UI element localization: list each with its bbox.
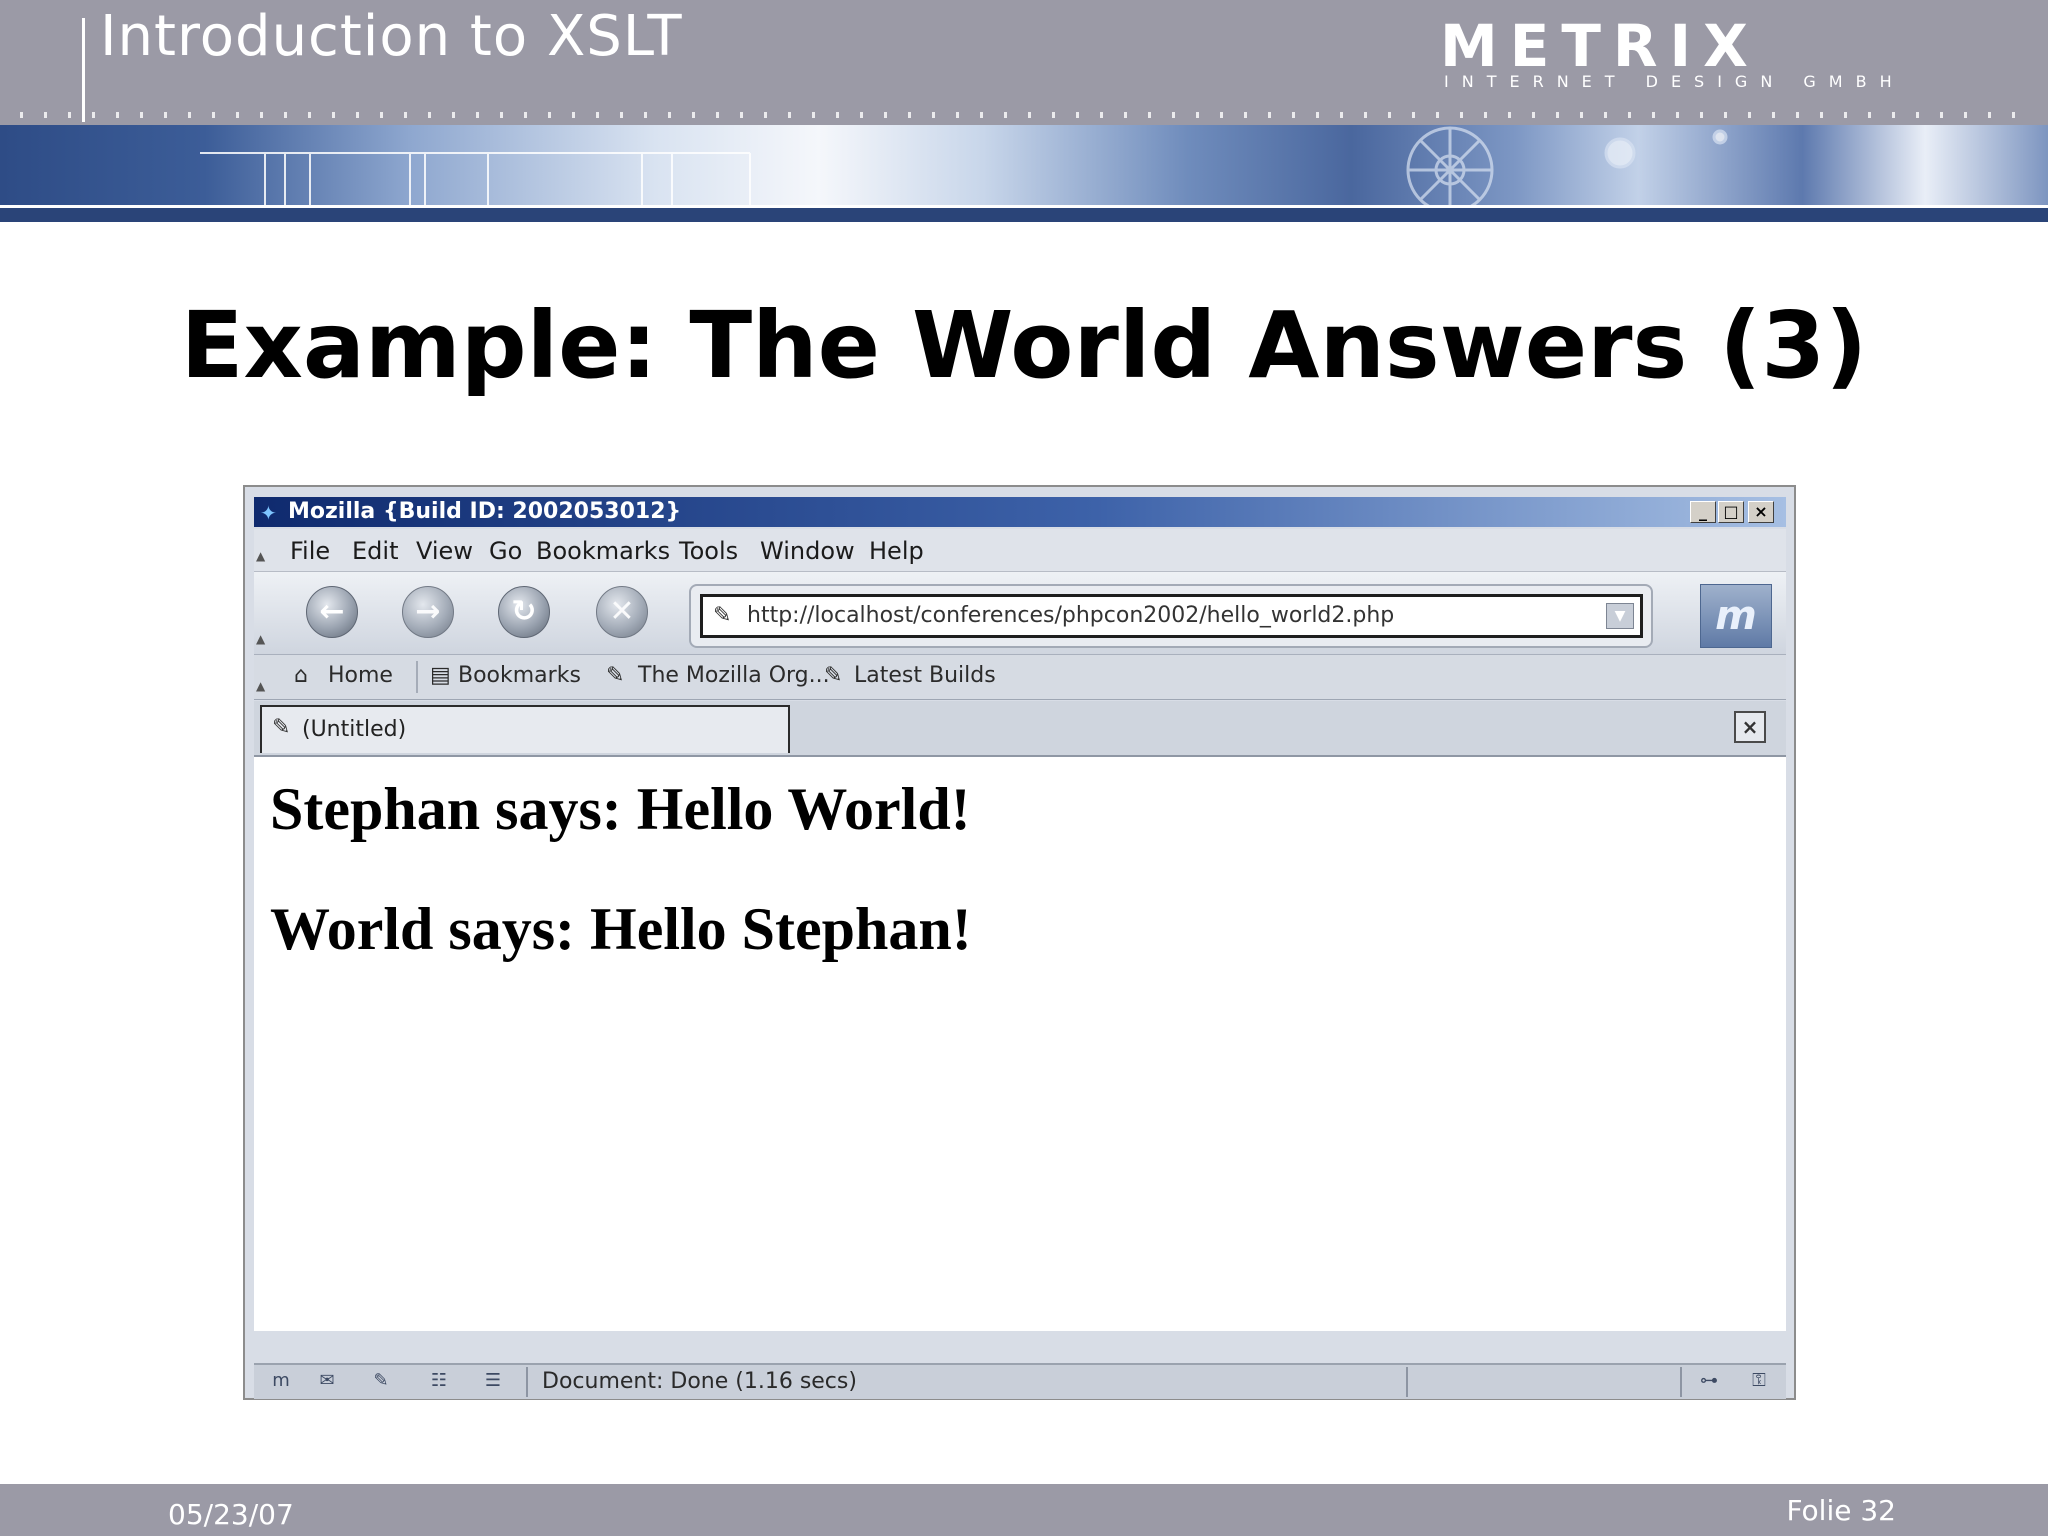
url-input[interactable]: ✎ http://localhost/conferences/phpcon200… bbox=[700, 594, 1643, 638]
menu-help[interactable]: Help bbox=[869, 537, 924, 565]
banner-underline bbox=[0, 205, 2048, 222]
slide-header: Introduction to XSLT METRIX INTERNET DES… bbox=[0, 0, 2048, 125]
status-separator bbox=[1680, 1367, 1682, 1397]
link-icon: ✎ bbox=[606, 663, 625, 688]
home-button[interactable]: Home bbox=[328, 663, 393, 688]
menu-window[interactable]: Window bbox=[760, 537, 855, 565]
forward-arrow-icon[interactable]: → bbox=[402, 586, 454, 638]
chat-icon[interactable]: ☷ bbox=[424, 1369, 454, 1393]
page-proxy-icon: ✎ bbox=[713, 603, 732, 628]
page-content: Stephan says: Hello World! World says: H… bbox=[254, 757, 1786, 1331]
browser-window: ✦ Mozilla {Build ID: 2002053012} _ □ × ▲… bbox=[243, 485, 1796, 1400]
close-tab-icon[interactable]: × bbox=[1734, 711, 1766, 743]
url-text: http://localhost/conferences/phpcon2002/… bbox=[747, 603, 1395, 628]
maximize-button[interactable]: □ bbox=[1718, 501, 1744, 523]
mozilla-org-link[interactable]: The Mozilla Org... bbox=[638, 663, 830, 688]
close-window-button[interactable]: × bbox=[1748, 501, 1774, 523]
slide-title: Example: The World Answers (3) bbox=[180, 292, 1868, 399]
window-title: Mozilla {Build ID: 2002053012} bbox=[288, 499, 682, 524]
menu-tools[interactable]: Tools bbox=[679, 537, 738, 565]
home-icon: ⌂ bbox=[294, 663, 308, 688]
metrix-logo: METRIX INTERNET DESIGN GMBH bbox=[1440, 12, 1892, 92]
footer-date: 05/23/07 bbox=[168, 1498, 294, 1531]
bookmarks-button[interactable]: Bookmarks bbox=[458, 663, 581, 688]
bookmarks-folder-icon: ▤ bbox=[430, 663, 451, 688]
toolbar-separator bbox=[416, 661, 418, 693]
window-titlebar: ✦ Mozilla {Build ID: 2002053012} _ □ × bbox=[254, 497, 1786, 527]
reload-icon[interactable]: ↻ bbox=[498, 586, 550, 638]
menu-bookmarks[interactable]: Bookmarks bbox=[536, 537, 670, 565]
online-status-icon[interactable]: ⊶ bbox=[1694, 1369, 1724, 1393]
stephan-message: Stephan says: Hello World! bbox=[270, 776, 971, 842]
status-text: Document: Done (1.16 secs) bbox=[542, 1369, 857, 1394]
mozilla-app-icon: ✦ bbox=[260, 501, 277, 525]
logo-subtitle: INTERNET DESIGN GMBH bbox=[1444, 72, 1905, 91]
menu-view[interactable]: View bbox=[416, 537, 473, 565]
status-separator bbox=[1406, 1367, 1408, 1397]
mozilla-throbber-icon[interactable]: m bbox=[1700, 584, 1772, 648]
logo-wordmark: METRIX bbox=[1440, 12, 1760, 80]
course-title: Introduction to XSLT bbox=[100, 4, 683, 69]
stop-icon[interactable]: ✕ bbox=[596, 586, 648, 638]
menu-file[interactable]: File bbox=[290, 537, 330, 565]
url-dropdown-icon[interactable]: ▼ bbox=[1606, 603, 1634, 629]
navigation-toolbar: ▲ ← → ↻ ✕ ✎ http://localhost/conferences… bbox=[254, 572, 1786, 655]
security-lock-icon[interactable]: ⚿ bbox=[1744, 1369, 1774, 1393]
world-message: World says: Hello Stephan! bbox=[270, 896, 972, 962]
page-icon: ✎ bbox=[272, 715, 291, 740]
header-divider bbox=[82, 18, 85, 122]
status-separator bbox=[526, 1367, 528, 1397]
menu-bar: ▲ File Edit View Go Bookmarks Tools Wind… bbox=[254, 529, 1786, 572]
slide-number: Folie 32 bbox=[1786, 1494, 1896, 1527]
slide-footer: 05/23/07 Folie 32 bbox=[0, 1484, 2048, 1536]
tab-label: (Untitled) bbox=[302, 717, 407, 742]
menu-go[interactable]: Go bbox=[489, 537, 522, 565]
header-dotted-line bbox=[20, 112, 2030, 118]
personal-toolbar: ▲ ⌂ Home ▤ Bookmarks ✎ The Mozilla Org..… bbox=[254, 655, 1786, 700]
tab-bar: ✎ (Untitled) × bbox=[254, 701, 1786, 757]
toolbar-grip-icon[interactable]: ▲ bbox=[256, 549, 268, 563]
link-icon: ✎ bbox=[824, 663, 843, 688]
navigator-icon[interactable]: m bbox=[266, 1369, 296, 1393]
toolbar-grip-icon[interactable]: ▲ bbox=[256, 679, 268, 693]
header-banner-image bbox=[0, 125, 2048, 205]
mail-icon[interactable]: ✉ bbox=[312, 1369, 342, 1393]
banner-decoration bbox=[200, 126, 1728, 205]
latest-builds-link[interactable]: Latest Builds bbox=[854, 663, 996, 688]
menu-edit[interactable]: Edit bbox=[352, 537, 398, 565]
toolbar-grip-icon[interactable]: ▲ bbox=[256, 632, 268, 646]
status-bar: m ✉ ✎ ☷ ☰ Document: Done (1.16 secs) ⊶ ⚿ bbox=[254, 1363, 1786, 1399]
composer-icon[interactable]: ✎ bbox=[366, 1369, 396, 1393]
tab-untitled[interactable]: ✎ (Untitled) bbox=[260, 705, 790, 753]
back-arrow-icon[interactable]: ← bbox=[306, 586, 358, 638]
minimize-button[interactable]: _ bbox=[1690, 501, 1716, 523]
address-book-icon[interactable]: ☰ bbox=[478, 1369, 508, 1393]
